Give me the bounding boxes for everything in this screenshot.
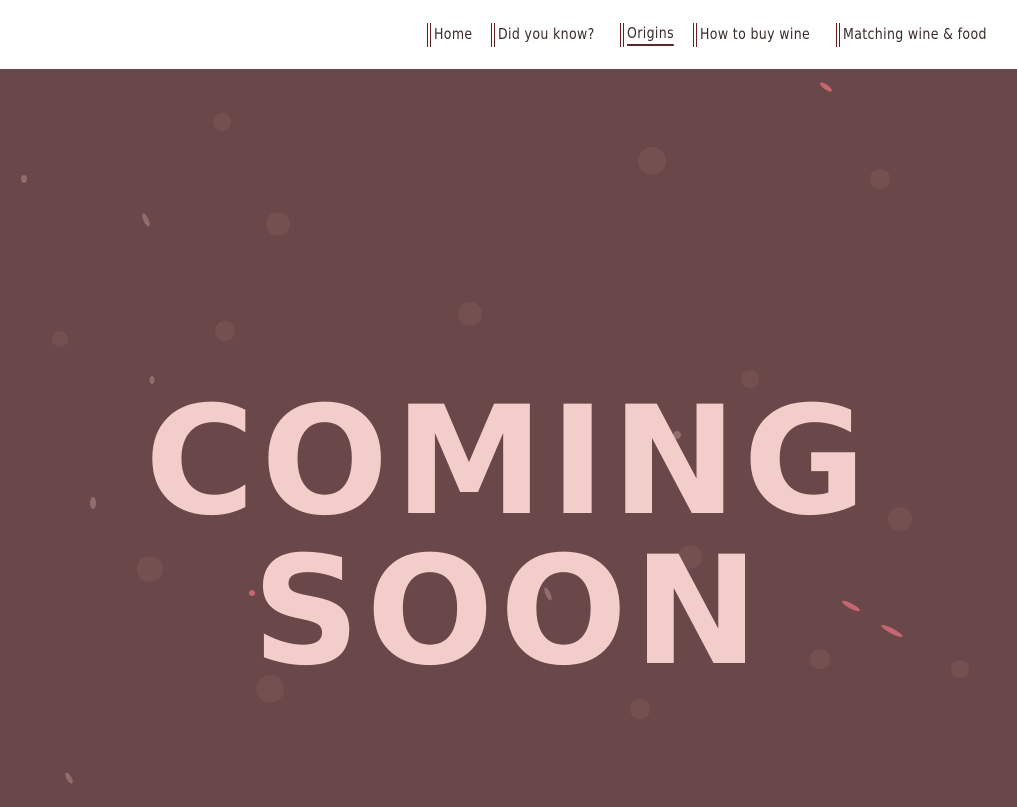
nav-item-home[interactable]: Home xyxy=(427,22,477,48)
nav-item-matching-wine-food[interactable]: Matching wine & food xyxy=(836,22,1003,48)
nav-item-origins[interactable]: Origins xyxy=(619,22,679,48)
main-nav: Home Did you know? Origins How to buy wi… xyxy=(413,0,1003,69)
nav-divider xyxy=(427,22,432,47)
nav-item-label: Home xyxy=(434,24,473,43)
coming-soon-title: COMING SOON xyxy=(144,375,873,699)
nav-item-label: Matching wine & food xyxy=(843,24,988,43)
nav-divider xyxy=(836,22,841,47)
nav-item-did-you-know[interactable]: Did you know? xyxy=(491,22,605,48)
hero-banner: COMING SOON xyxy=(0,69,1017,807)
nav-divider xyxy=(491,22,496,47)
nav-item-label: Did you know? xyxy=(498,24,595,43)
site-header: Home Did you know? Origins How to buy wi… xyxy=(0,0,1017,69)
nav-item-label: Origins xyxy=(626,24,674,46)
nav-divider xyxy=(692,22,697,47)
nav-divider xyxy=(619,22,624,47)
nav-item-how-to-buy-wine[interactable]: How to buy wine xyxy=(692,22,822,48)
nav-item-label: How to buy wine xyxy=(699,24,810,43)
